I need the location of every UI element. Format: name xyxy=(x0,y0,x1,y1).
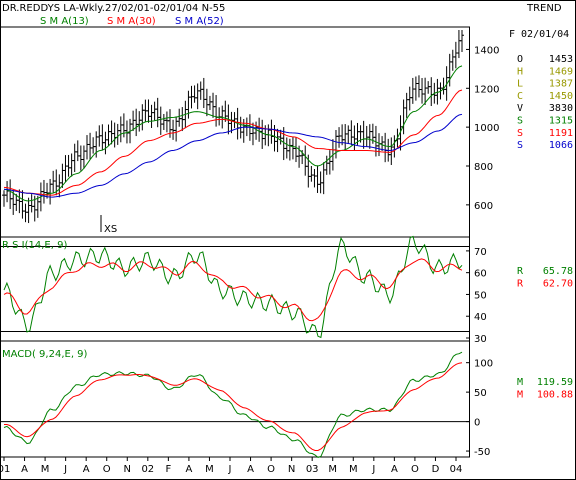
macd-ytick-label: 100 xyxy=(474,359,493,370)
macd-ytick-label: 0 xyxy=(474,418,480,429)
price-info-value: 1453 xyxy=(549,54,573,65)
macd-info-value: 119.59 xyxy=(537,377,573,388)
rsi-info-key: R xyxy=(517,279,524,290)
outer-border xyxy=(0,0,576,480)
price-info-key: V xyxy=(517,103,523,114)
x-axis-label: N xyxy=(288,464,295,475)
x-axis-label: 01 xyxy=(0,464,10,475)
x-axis-label: M xyxy=(328,464,337,475)
price-ytick-label: 1200 xyxy=(474,84,499,95)
x-axis-label: M xyxy=(349,464,358,475)
price-ytick-label: 1400 xyxy=(474,45,499,56)
price-info-value: 1191 xyxy=(549,128,573,139)
x-axis-label: N xyxy=(124,464,131,475)
x-axis-label: A xyxy=(247,464,254,475)
price-info-value: 1469 xyxy=(549,66,573,77)
macd-info-key: M xyxy=(517,377,523,388)
legend-sma30: S M A(30) xyxy=(107,16,156,27)
price-info-key: C xyxy=(517,91,523,102)
legend-sma13: S M A(13) xyxy=(40,16,89,27)
rsi-info-key: R xyxy=(517,266,524,277)
price-info-value: 1066 xyxy=(549,140,573,151)
rsi-title: R S I(14,E, 9) xyxy=(2,240,67,251)
x-axis-label: A xyxy=(391,464,398,475)
xs-label: XS xyxy=(104,224,117,235)
price-info-value: 1315 xyxy=(549,116,573,127)
chart-canvas: DR.REDDYS LA-Wkly.27/02/01-02/01/04 N-55… xyxy=(0,0,576,480)
macd-ytick-label: 50 xyxy=(474,388,487,399)
x-axis-label: 03 xyxy=(306,464,319,475)
rsi-ytick-label: 60 xyxy=(474,269,487,280)
rsi-ytick-label: 30 xyxy=(474,334,487,345)
x-axis-label: A xyxy=(21,464,28,475)
macd-ytick-label: -50 xyxy=(474,447,490,458)
x-axis-label: M xyxy=(205,464,214,475)
price-ytick-label: 600 xyxy=(474,201,493,212)
price-info-key: S xyxy=(517,128,523,139)
rsi-info-value: 62.70 xyxy=(543,279,573,290)
price-ytick-label: 1000 xyxy=(474,123,499,134)
rsi-info-value: 65.78 xyxy=(543,266,573,277)
trend-label: TREND xyxy=(526,3,562,14)
price-info-key: S xyxy=(517,140,523,151)
price-info-key: H xyxy=(517,66,523,77)
rsi-ytick-label: 70 xyxy=(474,247,487,258)
legend-sma52: S M A(52) xyxy=(175,16,224,27)
x-axis-label: 04 xyxy=(450,464,463,475)
x-axis-label: D xyxy=(432,464,440,475)
x-axis-label: J xyxy=(228,464,232,475)
price-ytick-label: 800 xyxy=(474,162,493,173)
x-axis-label: O xyxy=(103,464,111,475)
rsi-ytick-label: 50 xyxy=(474,290,487,301)
x-axis-label: 02 xyxy=(141,464,154,475)
x-axis-label: F xyxy=(165,464,171,475)
macd-info-key: M xyxy=(517,390,523,401)
x-axis-label: A xyxy=(185,464,192,475)
price-info-value: 1450 xyxy=(549,91,573,102)
chart-title: DR.REDDYS LA-Wkly.27/02/01-02/01/04 N-55 xyxy=(2,3,225,14)
price-info-date: F 02/01/04 xyxy=(509,29,569,40)
x-axis-label: J xyxy=(371,464,375,475)
price-info-key: O xyxy=(517,54,523,65)
price-info-key: S xyxy=(517,116,523,127)
price-info-value: 3830 xyxy=(549,103,573,114)
macd-title: MACD( 9,24,E, 9) xyxy=(2,349,88,360)
x-axis-label: O xyxy=(267,464,275,475)
x-axis-label: O xyxy=(411,464,419,475)
x-axis-label: J xyxy=(63,464,67,475)
price-info-value: 1387 xyxy=(549,79,573,90)
macd-info-value: 100.88 xyxy=(537,390,573,401)
x-axis-label: M xyxy=(41,464,50,475)
rsi-ytick-label: 40 xyxy=(474,312,487,323)
price-info-key: L xyxy=(517,79,523,90)
x-axis-label: A xyxy=(83,464,90,475)
